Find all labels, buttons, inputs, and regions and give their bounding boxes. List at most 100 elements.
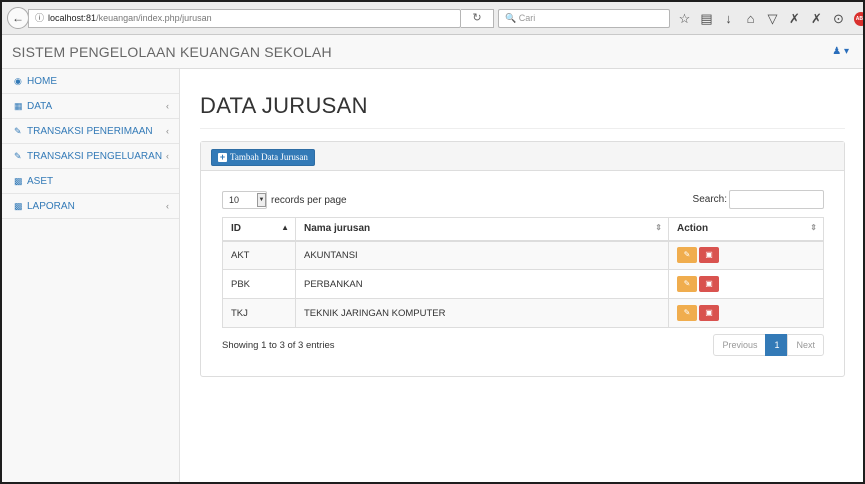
cell-action: ✎ ▣	[668, 298, 824, 328]
extension-icon-3[interactable]: ⊙	[832, 11, 845, 27]
back-arrow-icon[interactable]: ←	[7, 7, 29, 29]
pagination-page-1[interactable]: 1	[765, 334, 789, 356]
pencil-icon: ✎	[683, 250, 691, 260]
cell-nama-jurusan: TEKNIK JARINGAN KOMPUTER	[295, 298, 669, 328]
sidebar-item-aset[interactable]: ▩ ASET	[2, 169, 179, 194]
column-header-label: Nama jurusan	[304, 223, 371, 235]
sidebar-item-label: TRANSAKSI PENGELUARAN	[27, 151, 163, 162]
trash-icon: ▣	[705, 250, 713, 260]
sidebar-item-transaksi-penerimaan[interactable]: ✎ TRANSAKSI PENERIMAAN ‹	[2, 119, 179, 144]
extension-icon[interactable]: ✗	[788, 11, 801, 27]
url-host: localhost:81	[48, 13, 97, 23]
title-divider	[200, 128, 845, 129]
edit-button[interactable]: ✎	[677, 276, 697, 292]
delete-button[interactable]: ▣	[699, 247, 719, 264]
sidebar: ◉ HOME ▦ DATA ‹ ✎ TRANSAKSI PENERIMAAN ‹ ✎ T…	[2, 69, 180, 482]
url-path: /keuangan/index.php/jurusan	[96, 13, 212, 23]
records-per-page-label: records per page	[271, 194, 347, 206]
chevron-left-icon: ‹	[166, 201, 169, 211]
browser-toolbar: ← ⓘ localhost:81/keuangan/index.php/jurus…	[2, 2, 863, 35]
chevron-left-icon: ‹	[166, 151, 169, 161]
edit-icon: ✎	[14, 151, 22, 161]
sort-both-icon: ⇕	[810, 223, 817, 232]
sidebar-item-laporan[interactable]: ▩ LAPORAN ‹	[2, 194, 179, 219]
bookmark-star-icon[interactable]: ☆	[678, 11, 691, 27]
app-brand[interactable]: SISTEM PENGELOLAAN KEUANGAN SEKOLAH	[12, 44, 332, 60]
cell-id: PBK	[222, 269, 296, 299]
clipboard-icon[interactable]: ▤	[700, 11, 713, 27]
table-search: Search:	[693, 190, 824, 209]
pagination: Previous 1 Next	[713, 334, 824, 356]
dashboard-icon: ◉	[14, 76, 22, 86]
adblock-icon[interactable]: ABP	[854, 12, 863, 26]
edit-button[interactable]: ✎	[677, 247, 697, 264]
dropdown-arrow-icon: ▼	[257, 193, 266, 207]
column-header-label: ID	[231, 223, 241, 235]
sort-asc-icon: ▲	[281, 223, 289, 232]
book-icon: ▩	[14, 176, 23, 186]
column-header-id[interactable]: ID ▲	[222, 217, 296, 242]
column-header-nama-jurusan[interactable]: Nama jurusan ⇕	[295, 217, 669, 242]
sidebar-item-home[interactable]: ◉ HOME	[2, 69, 179, 94]
sidebar-item-label: HOME	[27, 76, 57, 87]
app-navbar: SISTEM PENGELOLAAN KEUANGAN SEKOLAH ♟ ▾	[2, 35, 863, 69]
jurusan-table: ID ▲ Nama jurusan ⇕ Action ⇕ AKT AKUNTANSI …	[222, 217, 824, 328]
sidebar-item-label: ASET	[27, 176, 54, 187]
sidebar-item-label: LAPORAN	[27, 201, 75, 212]
trash-icon: ▣	[705, 308, 713, 317]
chevron-left-icon: ‹	[166, 126, 169, 136]
pencil-icon: ✎	[683, 279, 691, 288]
column-header-action[interactable]: Action ⇕	[668, 217, 824, 242]
browser-toolbar-icons: ☆ ▤ ↓ ⌂ ▽ ✗ ✗ ⊙ ABP ≡	[678, 10, 863, 28]
cell-nama-jurusan: PERBANKAN	[295, 269, 669, 299]
table-info: Showing 1 to 3 of 3 entries	[222, 340, 335, 351]
cell-action: ✎ ▣	[668, 269, 824, 299]
sidebar-item-transaksi-pengeluaran[interactable]: ✎ TRANSAKSI PENGELUARAN ‹	[2, 144, 179, 169]
sidebar-item-data[interactable]: ▦ DATA ‹	[2, 94, 179, 119]
column-header-label: Action	[677, 223, 709, 235]
panel-heading: + Tambah Data Jurusan	[201, 142, 844, 171]
table-row: PBK PERBANKAN ✎ ▣	[222, 269, 824, 299]
search-input[interactable]	[729, 190, 824, 209]
cell-id: AKT	[222, 240, 296, 270]
delete-button[interactable]: ▣	[699, 276, 719, 292]
records-per-page: 10 ▼ records per page	[222, 191, 347, 209]
trash-icon: ▣	[705, 279, 713, 288]
cell-nama-jurusan: AKUNTANSI	[295, 240, 669, 270]
user-menu-icon[interactable]: ♟ ▾	[832, 46, 849, 57]
sidebar-item-label: DATA	[27, 101, 53, 112]
sort-both-icon: ⇕	[655, 223, 662, 232]
jurusan-panel: + Tambah Data Jurusan 10 ▼ records per pa…	[200, 141, 845, 377]
download-icon[interactable]: ↓	[722, 11, 735, 27]
table-row: AKT AKUNTANSI ✎ ▣	[222, 240, 824, 270]
browser-window: ← ⓘ localhost:81/keuangan/index.php/jurus…	[0, 0, 865, 484]
pencil-icon: ✎	[683, 308, 691, 317]
home-icon[interactable]: ⌂	[744, 11, 757, 27]
reload-icon[interactable]: ↻	[461, 9, 494, 28]
search-label: Search:	[692, 194, 727, 205]
sidebar-item-label: TRANSAKSI PENERIMAAN	[27, 126, 153, 137]
extension-icon-2[interactable]: ✗	[810, 11, 823, 27]
browser-search-input[interactable]: 🔍 Cari	[498, 9, 670, 28]
records-per-page-value: 10	[229, 195, 240, 205]
delete-button[interactable]: ▣	[699, 305, 719, 321]
pagination-previous[interactable]: Previous	[713, 334, 767, 356]
table-icon: ▦	[14, 101, 23, 111]
chevron-left-icon: ‹	[166, 101, 169, 111]
info-icon: ⓘ	[35, 13, 45, 23]
browser-search-placeholder: Cari	[518, 13, 536, 23]
page-title: DATA JURUSAN	[200, 93, 368, 118]
records-per-page-select[interactable]: 10 ▼	[222, 191, 267, 209]
pagination-next[interactable]: Next	[787, 334, 824, 356]
pocket-icon[interactable]: ▽	[766, 11, 779, 27]
book-icon: ▩	[14, 201, 23, 211]
add-jurusan-button[interactable]: + Tambah Data Jurusan	[211, 149, 315, 166]
plus-icon: +	[218, 152, 227, 162]
add-jurusan-label: Tambah Data Jurusan	[230, 152, 308, 162]
address-bar[interactable]: ⓘ localhost:81/keuangan/index.php/jurusan	[28, 9, 461, 28]
table-row: TKJ TEKNIK JARINGAN KOMPUTER ✎ ▣	[222, 298, 824, 328]
edit-icon: ✎	[14, 126, 22, 136]
cell-id: TKJ	[222, 298, 296, 328]
edit-button[interactable]: ✎	[677, 305, 697, 321]
cell-action: ✎ ▣	[668, 240, 824, 270]
